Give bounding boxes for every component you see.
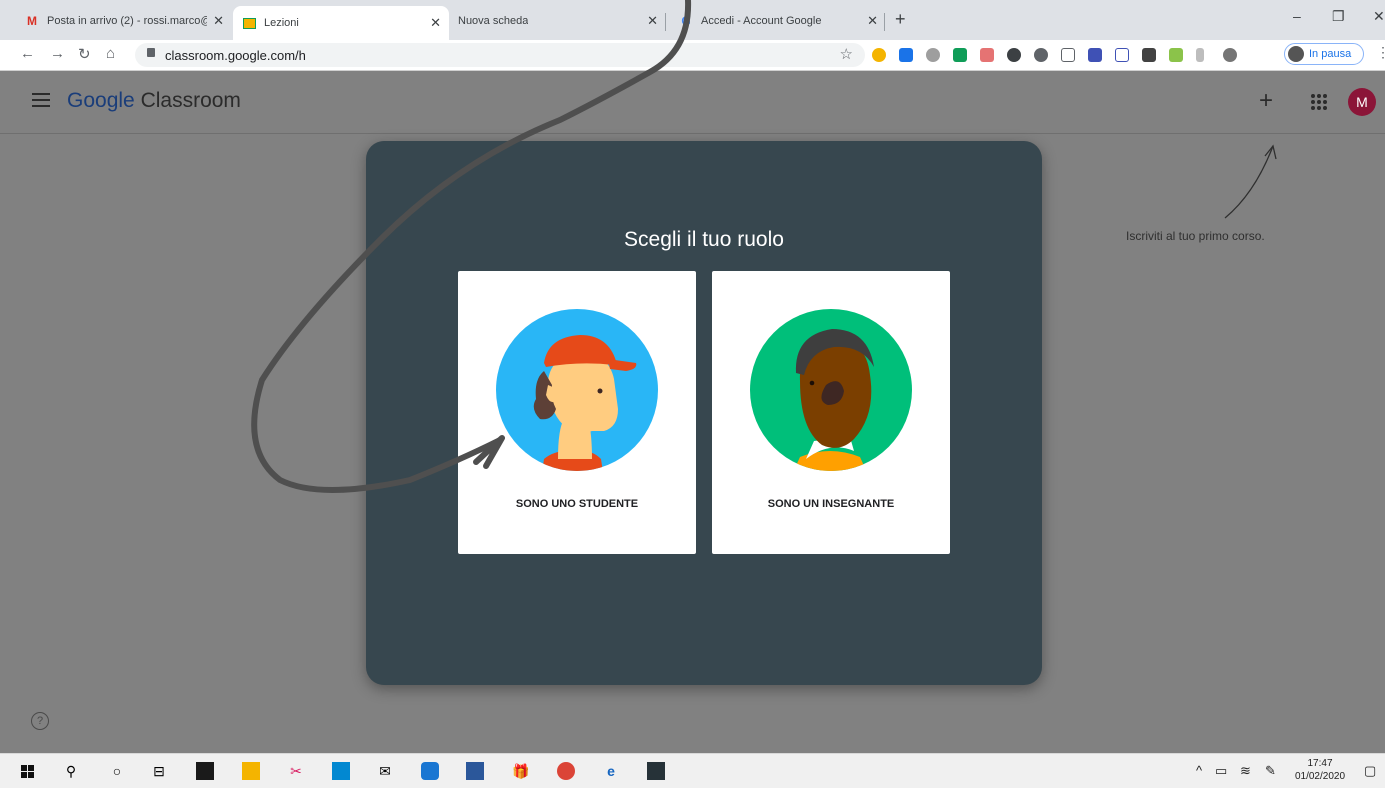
close-window-icon[interactable]: ✕: [1373, 8, 1385, 25]
extension-icon[interactable]: [1115, 48, 1129, 62]
extension-icon[interactable]: [1034, 48, 1048, 62]
remote-desktop-icon[interactable]: [421, 762, 439, 780]
app-header: Google Classroom + M: [0, 71, 1385, 134]
url-text: classroom.google.com/h: [165, 48, 306, 63]
notifications-icon[interactable]: ▢: [1364, 763, 1376, 779]
tab-accedi[interactable]: G Accedi - Account Google ✕: [670, 7, 886, 35]
chrome-icon[interactable]: [557, 762, 575, 780]
clock-date: 01/02/2020: [1294, 771, 1346, 782]
gift-icon[interactable]: 🎁: [512, 762, 530, 780]
wifi-icon[interactable]: ≋: [1240, 763, 1251, 779]
account-avatar[interactable]: M: [1348, 88, 1376, 116]
search-icon[interactable]: ⚲: [62, 762, 80, 780]
close-icon[interactable]: ✕: [867, 13, 878, 29]
gmail-icon: M: [27, 14, 37, 28]
tray-chevron-icon[interactable]: ^: [1196, 763, 1202, 778]
extension-icon[interactable]: [1169, 48, 1183, 62]
edge-icon[interactable]: e: [602, 762, 620, 780]
student-role-label: SONO UNO STUDENTE: [515, 498, 639, 510]
bookmark-star-icon[interactable]: ☆: [840, 45, 853, 63]
brand-google: Google: [67, 89, 135, 112]
teacher-role-card[interactable]: SONO UN INSEGNANTE: [712, 271, 950, 554]
extension-icon[interactable]: [980, 48, 994, 62]
back-icon[interactable]: ←: [20, 45, 35, 62]
minimize-icon[interactable]: –: [1293, 8, 1301, 24]
dialog-title: Scegli il tuo ruolo: [624, 228, 784, 251]
extension-icon[interactable]: [1007, 48, 1021, 62]
browser-toolbar: ← → ↻ ⌂ classroom.google.com/h ☆ In paus…: [0, 40, 1385, 71]
browser-menu-icon[interactable]: ⋮: [1376, 44, 1385, 61]
task-view-icon[interactable]: ⊟: [150, 762, 168, 780]
new-tab-button[interactable]: +: [895, 9, 906, 30]
snipping-tool-icon[interactable]: ✂: [287, 762, 305, 780]
tab-lezioni[interactable]: Lezioni ✕: [233, 6, 449, 40]
tab-separator: [665, 13, 666, 31]
lock-icon: [147, 48, 155, 57]
extension-icon[interactable]: [1142, 48, 1156, 62]
system-clock[interactable]: 17:47 01/02/2020: [1290, 757, 1350, 783]
profile-label: In pausa: [1309, 48, 1352, 60]
join-course-hint: Iscriviti al tuo primo corso.: [1126, 229, 1265, 243]
close-icon[interactable]: ✕: [647, 13, 658, 29]
add-course-icon[interactable]: +: [1259, 87, 1273, 115]
mail-icon[interactable]: ✉: [376, 762, 394, 780]
profile-avatar: [1288, 46, 1304, 62]
app-logo[interactable]: Google Classroom: [67, 89, 241, 113]
tab-title: Accedi - Account Google: [701, 15, 822, 27]
reload-icon[interactable]: ↻: [78, 45, 91, 63]
tab-title: Lezioni: [264, 17, 299, 29]
brand-product: Classroom: [140, 89, 241, 112]
menu-icon[interactable]: [32, 93, 50, 107]
close-icon[interactable]: ✕: [213, 13, 224, 29]
google-apps-icon[interactable]: [1311, 94, 1327, 110]
cortana-icon[interactable]: ○: [108, 762, 126, 780]
tab-separator: [884, 13, 885, 31]
tab-nuova-scheda[interactable]: Nuova scheda ✕: [450, 7, 666, 35]
classroom-icon: [241, 15, 257, 31]
word-icon[interactable]: [466, 762, 484, 780]
tab-title: Nuova scheda: [458, 15, 529, 27]
pen-icon[interactable]: ✎: [1265, 763, 1276, 779]
extension-icon[interactable]: [926, 48, 940, 62]
file-explorer-icon[interactable]: [242, 762, 260, 780]
drive-icon[interactable]: [953, 48, 967, 62]
teacher-role-label: SONO UN INSEGNANTE: [767, 498, 895, 510]
browser-window: M Posta in arrivo (2) - rossi.marco@ ✕ L…: [0, 0, 1385, 788]
restore-icon[interactable]: ❐: [1332, 8, 1345, 25]
windows-start-icon[interactable]: [18, 762, 36, 780]
teacher-illustration-icon: [750, 309, 912, 471]
classroom-page: Google Classroom + M Iscriviti al tuo pr…: [0, 71, 1385, 753]
tab-gmail[interactable]: M Posta in arrivo (2) - rossi.marco@ ✕: [16, 7, 232, 35]
student-role-card[interactable]: SONO UNO STUDENTE: [458, 271, 696, 554]
extension-icon[interactable]: [1223, 48, 1237, 62]
student-illustration-icon: [496, 309, 658, 471]
role-dialog: Scegli il tuo ruolo SONO UNO STUDENTE SO…: [366, 141, 1042, 685]
help-icon[interactable]: ?: [31, 712, 49, 730]
windows-taskbar: ⚲ ○ ⊟ ✂ ✉ 🎁 e ^ ▭ ≋ ✎ 17:47 01/02/2020 ▢: [0, 753, 1385, 788]
extension-icon[interactable]: [1196, 48, 1204, 62]
photos-icon[interactable]: [647, 762, 665, 780]
battery-icon[interactable]: ▭: [1215, 763, 1227, 779]
extension-icon[interactable]: [899, 48, 913, 62]
extension-icon[interactable]: [1088, 48, 1102, 62]
extension-icon[interactable]: [872, 48, 886, 62]
store-icon[interactable]: [196, 762, 214, 780]
clock-time: 17:47: [1307, 758, 1333, 769]
calculator-icon[interactable]: [332, 762, 350, 780]
google-icon: G: [681, 14, 691, 28]
tab-title: Posta in arrivo (2) - rossi.marco@: [47, 15, 207, 27]
address-bar[interactable]: classroom.google.com/h ☆: [135, 43, 865, 67]
pocket-icon[interactable]: [1061, 48, 1075, 62]
home-icon[interactable]: ⌂: [106, 45, 115, 62]
profile-button[interactable]: In pausa: [1284, 43, 1364, 65]
forward-icon[interactable]: →: [50, 45, 65, 62]
close-icon[interactable]: ✕: [430, 15, 441, 31]
hint-arrow-icon: [1224, 144, 1277, 219]
tab-strip: M Posta in arrivo (2) - rossi.marco@ ✕ L…: [0, 0, 1385, 40]
